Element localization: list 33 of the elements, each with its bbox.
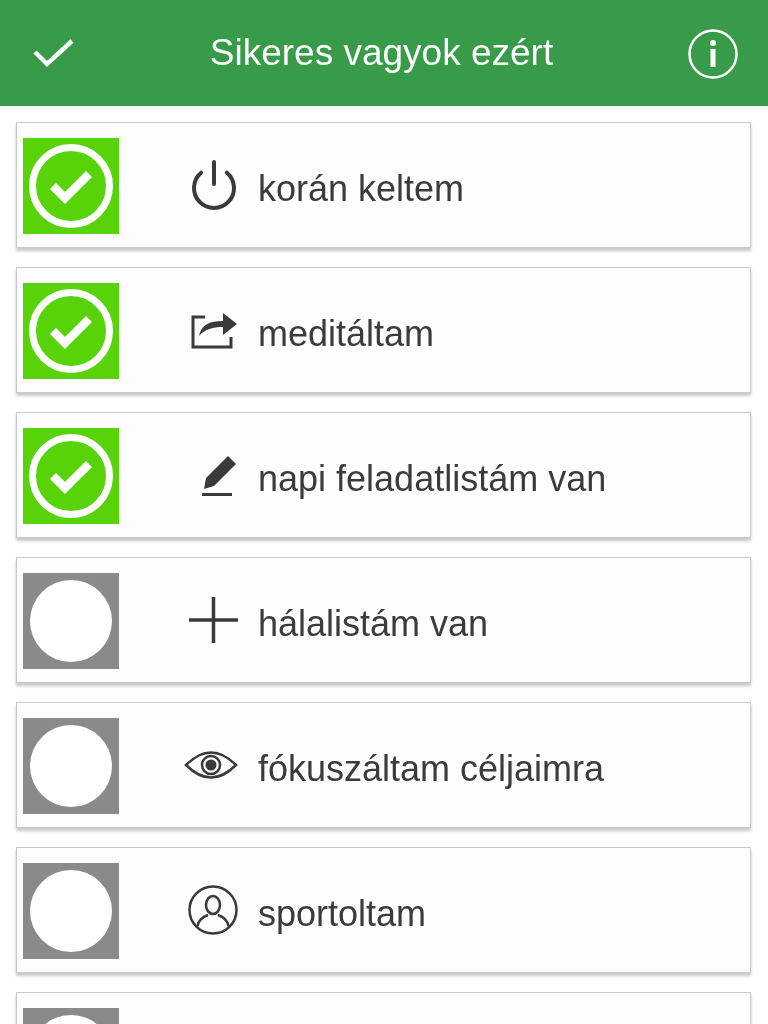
check-icon[interactable] (32, 38, 75, 68)
app-title: Sikeres vagyok ezért (209, 32, 554, 74)
pencil-icon (200, 453, 238, 497)
habit-label: korán keltem (258, 167, 465, 210)
checkbox[interactable] (23, 718, 119, 814)
habit-card[interactable]: sportoltam (16, 847, 751, 973)
checkbox[interactable] (23, 863, 119, 959)
eye-icon (184, 750, 238, 780)
info-icon[interactable] (688, 29, 738, 79)
habit-label: hálalistám van (258, 602, 489, 645)
person-circle-icon (188, 885, 238, 935)
habit-label: napi feladatlistám van (258, 457, 607, 500)
share-icon (191, 311, 238, 349)
checkbox[interactable] (23, 573, 119, 669)
habit-card[interactable]: korán keltem (16, 122, 751, 248)
habit-card[interactable]: hálalistám van (16, 557, 751, 683)
empty-circle-icon (30, 580, 112, 662)
empty-circle-icon (30, 870, 112, 952)
checkbox[interactable] (23, 283, 119, 379)
habit-card[interactable]: meditáltam (16, 267, 751, 393)
habit-card[interactable]: fókuszáltam céljaimra (16, 702, 751, 828)
check-circle-icon (29, 144, 113, 228)
checkbox[interactable] (23, 138, 119, 234)
power-icon (190, 160, 238, 210)
checkbox[interactable] (23, 428, 119, 524)
habit-label: fókuszáltam céljaimra (258, 747, 605, 790)
habit-card[interactable]: napi feladatlistám van (16, 412, 751, 538)
habit-label: sportoltam (258, 892, 427, 935)
check-circle-icon (29, 289, 113, 373)
check-circle-icon (29, 434, 113, 518)
plus-icon (189, 597, 238, 643)
empty-circle-icon (30, 725, 112, 807)
habit-label: meditáltam (258, 312, 435, 355)
